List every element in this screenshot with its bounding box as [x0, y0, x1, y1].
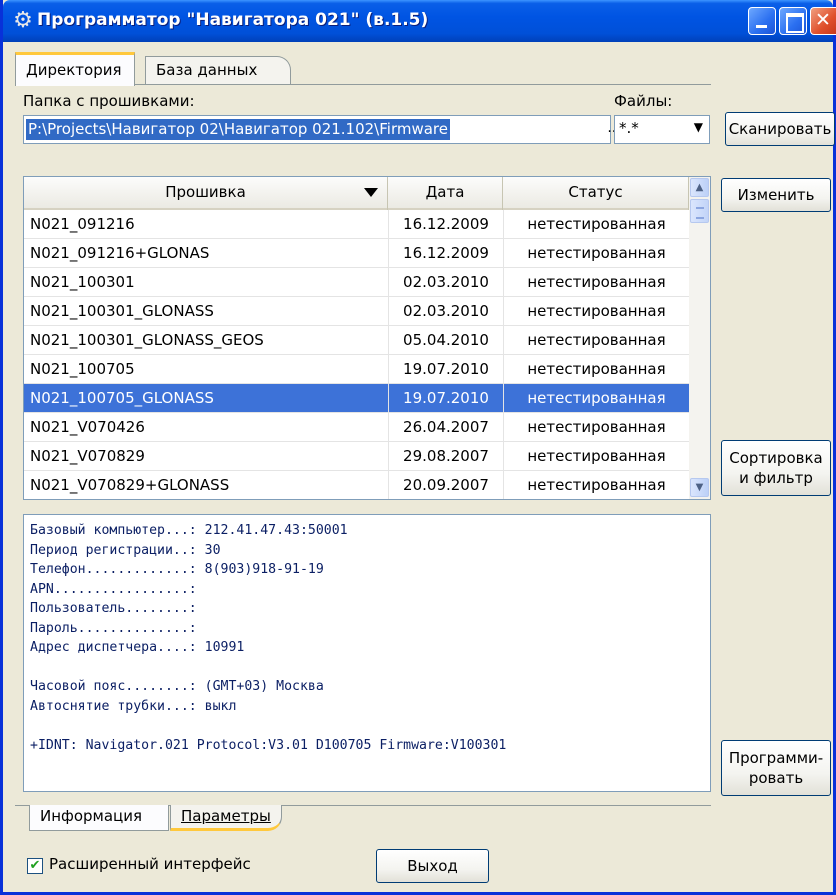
scan-button[interactable]: Сканировать [725, 112, 835, 146]
tab-parameters-label: Параметры [181, 807, 271, 825]
column-header-date[interactable]: Дата [388, 177, 503, 210]
firmware-table[interactable]: Прошивка Дата Статус N021_091216 16.12.20… [23, 176, 711, 500]
info-line: Телефон.............: 8(903)918-91-19 [30, 562, 324, 577]
info-memo[interactable]: Базовый компьютер...: 212.41.47.43:50001… [23, 514, 711, 792]
date-cell: 29.08.2007 [388, 442, 503, 471]
title-bar[interactable]: ⚙ Программатор "Навигатора 021" (в.1.5) [3, 0, 836, 42]
status-cell: нетестированная [503, 210, 689, 239]
table-row[interactable]: N021_100301_GLONASS 02.03.2010 нетестирова… [24, 297, 689, 326]
column-header-label: Прошивка [165, 183, 246, 201]
table-row[interactable]: N021_100705_GLONASS 19.07.2010 нетестирова… [24, 384, 689, 413]
table-row[interactable]: N021_V070829+GLONASS 20.09.2007 нетестиров… [24, 471, 689, 499]
tab-parameters[interactable]: Параметры [170, 805, 282, 831]
exit-button[interactable]: Выход [376, 849, 489, 883]
status-cell: нетестированная [503, 326, 689, 355]
firmware-cell: N021_100301 [30, 273, 135, 291]
date-cell: 19.07.2010 [388, 355, 503, 384]
status-cell: нетестированная [503, 442, 689, 471]
files-mask-value: *.* [619, 119, 639, 137]
edit-button[interactable]: Изменить [721, 178, 831, 212]
info-line: +IDNT: Navigator.021 Protocol:V3.01 D100… [30, 737, 507, 753]
program-label-line2: ровать [748, 769, 804, 787]
extended-interface-checkbox[interactable]: ✔ [27, 858, 43, 874]
status-cell: нетестированная [503, 239, 689, 268]
date-cell: 19.07.2010 [388, 384, 503, 413]
info-line: Пользователь........: [30, 601, 197, 616]
sort-filter-button[interactable]: Сортировка и фильтр [721, 440, 831, 496]
table-scrollbar[interactable]: ▲ ▼ [689, 177, 710, 499]
table-row[interactable]: N021_100301_GLONASS_GEOS 05.04.2010 нетест… [24, 326, 689, 355]
info-line: Часовой пояс........: (GMT+03) Москва [30, 679, 324, 694]
info-line: Автоснятие трубки...: выкл [30, 698, 237, 714]
window-title: Программатор "Навигатора 021" (в.1.5) [37, 10, 429, 30]
status-cell: нетестированная [503, 384, 689, 413]
status-cell: нетестированная [503, 297, 689, 326]
chevron-down-icon[interactable]: ▼ [694, 120, 703, 134]
scroll-thumb[interactable] [690, 199, 709, 223]
files-mask-select[interactable]: *.* ▼ [614, 115, 710, 144]
table-row[interactable]: N021_V070829 29.08.2007 нетестированная [24, 442, 689, 471]
date-cell: 16.12.2009 [388, 239, 503, 268]
info-line [30, 658, 704, 678]
tab-directory[interactable]: Директория [15, 52, 135, 86]
firmware-cell: N021_100705 [30, 360, 135, 378]
minimize-button[interactable] [748, 7, 776, 35]
date-cell: 26.04.2007 [388, 413, 503, 442]
info-line: Базовый компьютер...: 212.41.47.43:50001 [30, 523, 348, 538]
info-line: Период регистрации..: 30 [30, 542, 221, 558]
column-header-firmware[interactable]: Прошивка [24, 177, 388, 210]
date-cell: 20.09.2007 [388, 471, 503, 499]
table-row[interactable]: N021_091216+GLONAS 16.12.2009 нетестирован… [24, 239, 689, 268]
scroll-up-icon[interactable]: ▲ [690, 178, 709, 197]
date-cell: 05.04.2010 [388, 326, 503, 355]
program-button[interactable]: Программи- ровать [721, 740, 831, 796]
status-cell: нетестированная [503, 268, 689, 297]
extended-interface-label[interactable]: Расширенный интерфейс [49, 855, 251, 873]
firmware-cell: N021_091216 [30, 215, 135, 233]
info-line: APN.................: [30, 581, 197, 597]
date-cell: 16.12.2009 [388, 210, 503, 239]
folder-path-text: P:\Projects\Навигатор 02\Навигатор 021.1… [26, 119, 450, 140]
sort-down-icon [364, 188, 378, 197]
firmware-cell: N021_V070829+GLONASS [30, 476, 230, 494]
status-cell: нетестированная [503, 471, 689, 499]
maximize-button[interactable] [779, 7, 807, 35]
status-cell: нетестированная [503, 413, 689, 442]
status-cell: нетестированная [503, 355, 689, 384]
table-row[interactable]: N021_100705 19.07.2010 нетестированная [24, 355, 689, 384]
firmware-cell: N021_100301_GLONASS_GEOS [30, 331, 264, 349]
firmware-cell: N021_V070426 [30, 418, 145, 436]
program-label-line1: Программи- [728, 749, 824, 767]
table-header: Прошивка Дата Статус [24, 177, 689, 210]
table-row[interactable]: N021_100301 02.03.2010 нетестированная [24, 268, 689, 297]
app-window: ⚙ Программатор "Навигатора 021" (в.1.5) … [0, 0, 836, 895]
firmware-cell: N021_100705_GLONASS [30, 389, 214, 407]
firmware-cell: N021_100301_GLONASS [30, 302, 214, 320]
folder-label: Папка с прошивками: [23, 92, 195, 110]
date-cell: 02.03.2010 [388, 297, 503, 326]
tab-information[interactable]: Информация [29, 805, 169, 831]
info-line [30, 716, 704, 736]
files-label: Файлы: [614, 92, 673, 110]
tab-database[interactable]: База данных [145, 56, 291, 85]
firmware-cell: N021_091216+GLONAS [30, 244, 210, 262]
date-cell: 02.03.2010 [388, 268, 503, 297]
table-row[interactable]: N021_091216 16.12.2009 нетестированная [24, 210, 689, 239]
close-button[interactable] [810, 7, 836, 35]
column-header-status[interactable]: Статус [503, 177, 689, 210]
scroll-down-icon[interactable]: ▼ [690, 478, 709, 497]
info-line: Пароль..............: [30, 620, 197, 636]
info-line: Адрес диспетчера....: 10991 [30, 640, 245, 655]
gear-icon[interactable]: ⚙ [11, 9, 35, 33]
folder-path-input[interactable]: P:\Projects\Навигатор 02\Навигатор 021.1… [23, 115, 621, 144]
firmware-cell: N021_V070829 [30, 447, 145, 465]
table-row[interactable]: N021_V070426 26.04.2007 нетестированная [24, 413, 689, 442]
sort-filter-label-line1: Сортировка [729, 449, 823, 467]
sort-filter-label-line2: и фильтр [739, 469, 813, 487]
